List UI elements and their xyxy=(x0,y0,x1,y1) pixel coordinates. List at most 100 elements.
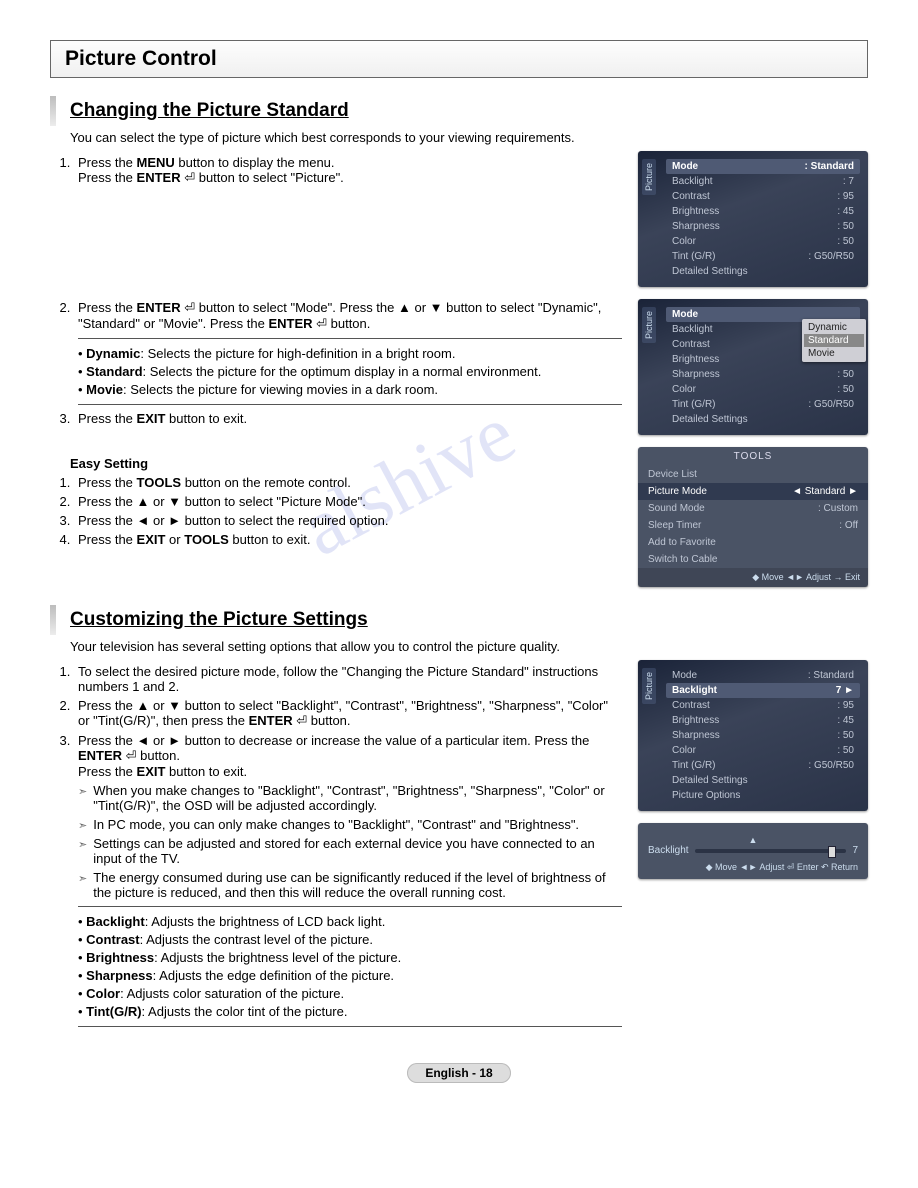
tools-row: Sound Mode: Custom xyxy=(638,500,868,517)
osd-row: Detailed Settings xyxy=(666,264,860,279)
section-heading-2: Customizing the Picture Settings xyxy=(50,605,868,635)
osd-row: Color: 50 xyxy=(666,382,860,397)
slider-track xyxy=(695,849,847,853)
definition-item: Tint(G/R): Adjusts the color tint of the… xyxy=(78,1004,622,1019)
key-menu: MENU xyxy=(137,155,175,170)
mode-movie-desc: : Selects the picture for viewing movies… xyxy=(123,382,438,397)
note-item: When you make changes to "Backlight", "C… xyxy=(78,783,622,813)
tools-popup: TOOLS Device ListPicture Mode◄ Standard … xyxy=(638,447,868,587)
step-1: Press the MENU button to display the men… xyxy=(74,155,622,296)
text: ⏎ button. xyxy=(313,316,371,331)
definition-item: Brightness: Adjusts the brightness level… xyxy=(78,950,622,965)
osd-row: Contrast: 95 xyxy=(666,189,860,204)
text: ⏎ button. xyxy=(293,713,351,728)
osd-picture-menu-3: Picture Mode: StandardBacklight7 ►Contra… xyxy=(638,660,868,811)
osd-tab-picture: Picture xyxy=(642,668,656,704)
slider-label: Backlight xyxy=(648,845,689,856)
submenu-item: Movie xyxy=(804,347,864,360)
tools-row: Picture Mode◄ Standard ► xyxy=(638,483,868,500)
definition-item: Contrast: Adjusts the contrast level of … xyxy=(78,932,622,947)
text: Press the xyxy=(78,170,137,185)
osd-row: Sharpness: 50 xyxy=(666,219,860,234)
definition-item: Sharpness: Adjusts the edge definition o… xyxy=(78,968,622,983)
text: button to exit. xyxy=(229,532,311,547)
text: Press the ◄ or ► button to decrease or i… xyxy=(78,733,589,748)
setting-definitions: Backlight: Adjusts the brightness of LCD… xyxy=(78,906,622,1027)
osd-row: Mode: Standard xyxy=(666,159,860,174)
osd-tab-picture: Picture xyxy=(642,307,656,343)
osd-mode-submenu: DynamicStandardMovie xyxy=(802,319,866,362)
osd-row: Tint (G/R): G50/R50 xyxy=(666,397,860,412)
osd-backlight-slider: ▲ Backlight 7 ◆ Move ◄► Adjust ⏎ Enter ↶… xyxy=(638,823,868,879)
text: Press the xyxy=(78,532,137,547)
osd-row: Brightness: 45 xyxy=(666,204,860,219)
step-3: Press the EXIT button to exit. xyxy=(74,411,622,426)
definition-item: Color: Adjusts color saturation of the p… xyxy=(78,986,622,1001)
s2-step-1: To select the desired picture mode, foll… xyxy=(74,664,622,694)
osd-tab-picture: Picture xyxy=(642,159,656,195)
text: Press the xyxy=(78,411,137,426)
easy-step-1: Press the TOOLS button on the remote con… xyxy=(74,475,622,490)
osd-row: Contrast: 95 xyxy=(666,698,860,713)
mode-standard-desc: : Selects the picture for the optimum di… xyxy=(143,364,542,379)
text: button to exit. xyxy=(165,764,247,779)
section1-steps: Press the MENU button to display the men… xyxy=(74,155,622,426)
submenu-item: Dynamic xyxy=(804,321,864,334)
note-item: The energy consumed during use can be si… xyxy=(78,870,622,900)
osd-row: Backlight: 7 xyxy=(666,174,860,189)
key-enter: ENTER xyxy=(137,170,181,185)
section2-steps: To select the desired picture mode, foll… xyxy=(74,664,622,1027)
osd-row: Tint (G/R): G50/R50 xyxy=(666,758,860,773)
page-footer: English - 18 xyxy=(50,1063,868,1083)
key-enter: ENTER xyxy=(137,300,181,315)
text: button to display the menu. xyxy=(175,155,335,170)
text: Press the xyxy=(78,300,137,315)
key-exit: EXIT xyxy=(137,411,166,426)
easy-setting-heading: Easy Setting xyxy=(70,456,622,471)
osd-row: Detailed Settings xyxy=(666,773,860,788)
s2-step-3: Press the ◄ or ► button to decrease or i… xyxy=(74,733,622,1027)
note-item: Settings can be adjusted and stored for … xyxy=(78,836,622,866)
tools-row: Device List xyxy=(638,466,868,483)
mode-standard-label: Standard xyxy=(86,364,142,379)
note-item: In PC mode, you can only make changes to… xyxy=(78,817,622,832)
page-title: Picture Control xyxy=(50,40,868,78)
osd-row: Picture Options xyxy=(666,788,860,803)
slider-value: 7 xyxy=(852,845,858,856)
osd-picture-menu-2: Picture ModeBacklightContrastBrightness:… xyxy=(638,299,868,435)
key-enter: ENTER xyxy=(249,713,293,728)
easy-setting-steps: Press the TOOLS button on the remote con… xyxy=(74,475,622,547)
tools-footer: ◆ Move ◄► Adjust → Exit xyxy=(638,568,868,587)
osd-row: Color: 50 xyxy=(666,743,860,758)
mode-dynamic-label: Dynamic xyxy=(86,346,140,361)
osd-row: Backlight7 ► xyxy=(666,683,860,698)
step-2: Press the ENTER ⏎ button to select "Mode… xyxy=(74,300,622,405)
section1-intro: You can select the type of picture which… xyxy=(70,130,868,145)
notes: When you make changes to "Backlight", "C… xyxy=(78,783,622,900)
easy-step-2: Press the ▲ or ▼ button to select "Pictu… xyxy=(74,494,622,509)
tools-title: TOOLS xyxy=(638,447,868,466)
key-exit: EXIT xyxy=(137,532,166,547)
slider-thumb xyxy=(828,846,836,858)
key-exit: EXIT xyxy=(137,764,166,779)
key-tools: TOOLS xyxy=(184,532,229,547)
text: Press the xyxy=(78,155,137,170)
mode-bullets: • Dynamic: Selects the picture for high-… xyxy=(78,338,622,405)
text: or xyxy=(165,532,184,547)
key-tools: TOOLS xyxy=(137,475,182,490)
text: ⏎ button to select "Picture". xyxy=(181,170,344,185)
mode-movie-label: Movie xyxy=(86,382,123,397)
page-number: English - 18 xyxy=(407,1063,510,1083)
key-enter: ENTER xyxy=(268,316,312,331)
section-heading-1: Changing the Picture Standard xyxy=(50,96,868,126)
s2-step-2: Press the ▲ or ▼ button to select "Backl… xyxy=(74,698,622,729)
text: Press the ▲ or ▼ button to select "Pictu… xyxy=(78,494,366,509)
osd-row: Sharpness: 50 xyxy=(666,367,860,382)
easy-step-4: Press the EXIT or TOOLS button to exit. xyxy=(74,532,622,547)
easy-step-3: Press the ◄ or ► button to select the re… xyxy=(74,513,622,528)
osd-row: Mode: Standard xyxy=(666,668,860,683)
submenu-item: Standard xyxy=(804,334,864,347)
text: ⏎ button. xyxy=(122,748,180,763)
tools-row: Sleep Timer: Off xyxy=(638,517,868,534)
osd-row: Color: 50 xyxy=(666,234,860,249)
